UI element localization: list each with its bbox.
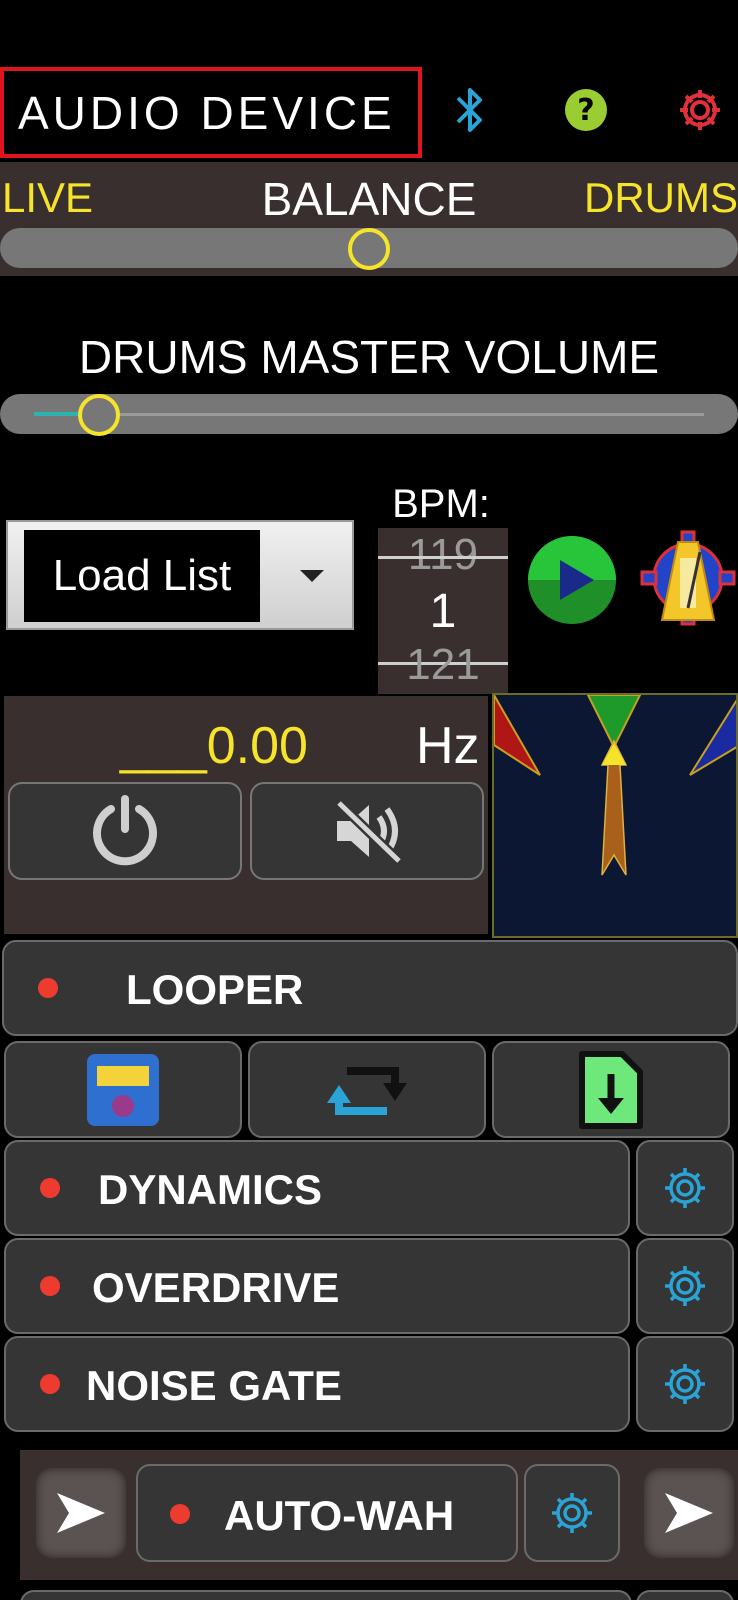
auto-wah-label: AUTO-WAH [224,1492,455,1539]
bpm-divider [378,556,508,559]
tuner-mute-button[interactable] [250,782,484,880]
auto-wah-settings-button[interactable] [524,1464,620,1562]
bpm-label: BPM: [392,482,490,526]
play-icon [528,536,616,624]
noise-gate-label: NOISE GATE [86,1362,342,1409]
next-settings-button[interactable] [636,1590,734,1600]
overdrive-settings-button[interactable] [636,1238,734,1334]
gear-icon [665,1168,705,1208]
metronome-settings-button[interactable] [640,528,738,628]
in-tune-indicator [586,695,642,750]
looper-row[interactable]: LOOPER [2,940,738,1036]
load-list-dropdown[interactable]: Load List [6,520,354,630]
overdrive-label: OVERDRIVE [92,1264,340,1311]
bpm-prev-value: 119 [407,530,479,579]
drums-master-volume-title: DRUMS MASTER VOLUME [78,331,660,383]
effect-row-noise-gate[interactable]: NOISE GATE [4,1336,630,1432]
loop-icon [327,1066,407,1115]
gear-icon [665,1364,705,1404]
load-list-field: Load List [24,530,260,622]
audio-device-button[interactable]: AUDIO DEVICE [0,67,422,158]
gear-icon [552,1493,592,1533]
arrow-right-icon [665,1493,713,1533]
balance-slider-thumb[interactable] [348,228,390,270]
tuner-power-button[interactable] [8,782,242,880]
dynamics-label: DYNAMICS [98,1166,323,1213]
save-icon [87,1053,159,1126]
looper-import-button[interactable] [492,1041,730,1138]
dynamics-settings-button[interactable] [636,1140,734,1236]
power-icon [93,795,157,866]
tuner-needle-display [492,693,738,938]
effect-row-overdrive[interactable]: OVERDRIVE [4,1238,630,1334]
import-file-icon [579,1050,643,1129]
bpm-picker[interactable]: 119 1 121 [378,528,508,694]
looper-status-dot [38,978,58,998]
move-effect-right-button[interactable] [644,1468,734,1558]
effect-row-dynamics[interactable]: DYNAMICS [4,1140,630,1236]
dynamics-status-dot [40,1178,60,1198]
bpm-next-value: 121 [406,640,480,689]
settings-gear-icon[interactable] [670,80,730,140]
noise-gate-status-dot [40,1374,60,1394]
noise-gate-settings-button[interactable] [636,1336,734,1432]
slider-track-line [34,413,704,416]
overdrive-status-dot [40,1276,60,1296]
effect-row-auto-wah[interactable]: AUTO-WAH [136,1464,518,1562]
load-list-label: Load List [52,551,232,600]
looper-loop-button[interactable] [248,1041,486,1138]
tuner-frequency: ___0.00 [120,717,308,775]
looper-label: LOOPER [126,966,304,1013]
bpm-current-value: 1 [429,585,457,638]
looper-save-button[interactable] [4,1041,242,1138]
arrow-right-icon [57,1493,105,1533]
metronome-gear-icon [640,530,736,626]
mute-icon [335,799,403,865]
sharp-indicator [689,699,736,776]
bluetooth-icon[interactable] [440,80,500,140]
audio-device-label: AUDIO DEVICE [18,86,396,139]
svg-text:?: ? [577,93,594,128]
help-icon[interactable]: ? [556,80,616,140]
balance-drums-label: DRUMS [584,174,738,221]
play-button[interactable] [526,534,618,626]
auto-wah-status-dot [170,1504,190,1524]
drums-master-volume-thumb[interactable] [78,394,120,436]
effect-row-next[interactable] [20,1590,632,1600]
move-effect-left-button[interactable] [36,1468,126,1558]
gear-icon [665,1266,705,1306]
dropdown-arrow-icon [300,570,324,582]
tuner-unit: Hz [416,717,480,775]
flat-indicator [494,695,541,776]
